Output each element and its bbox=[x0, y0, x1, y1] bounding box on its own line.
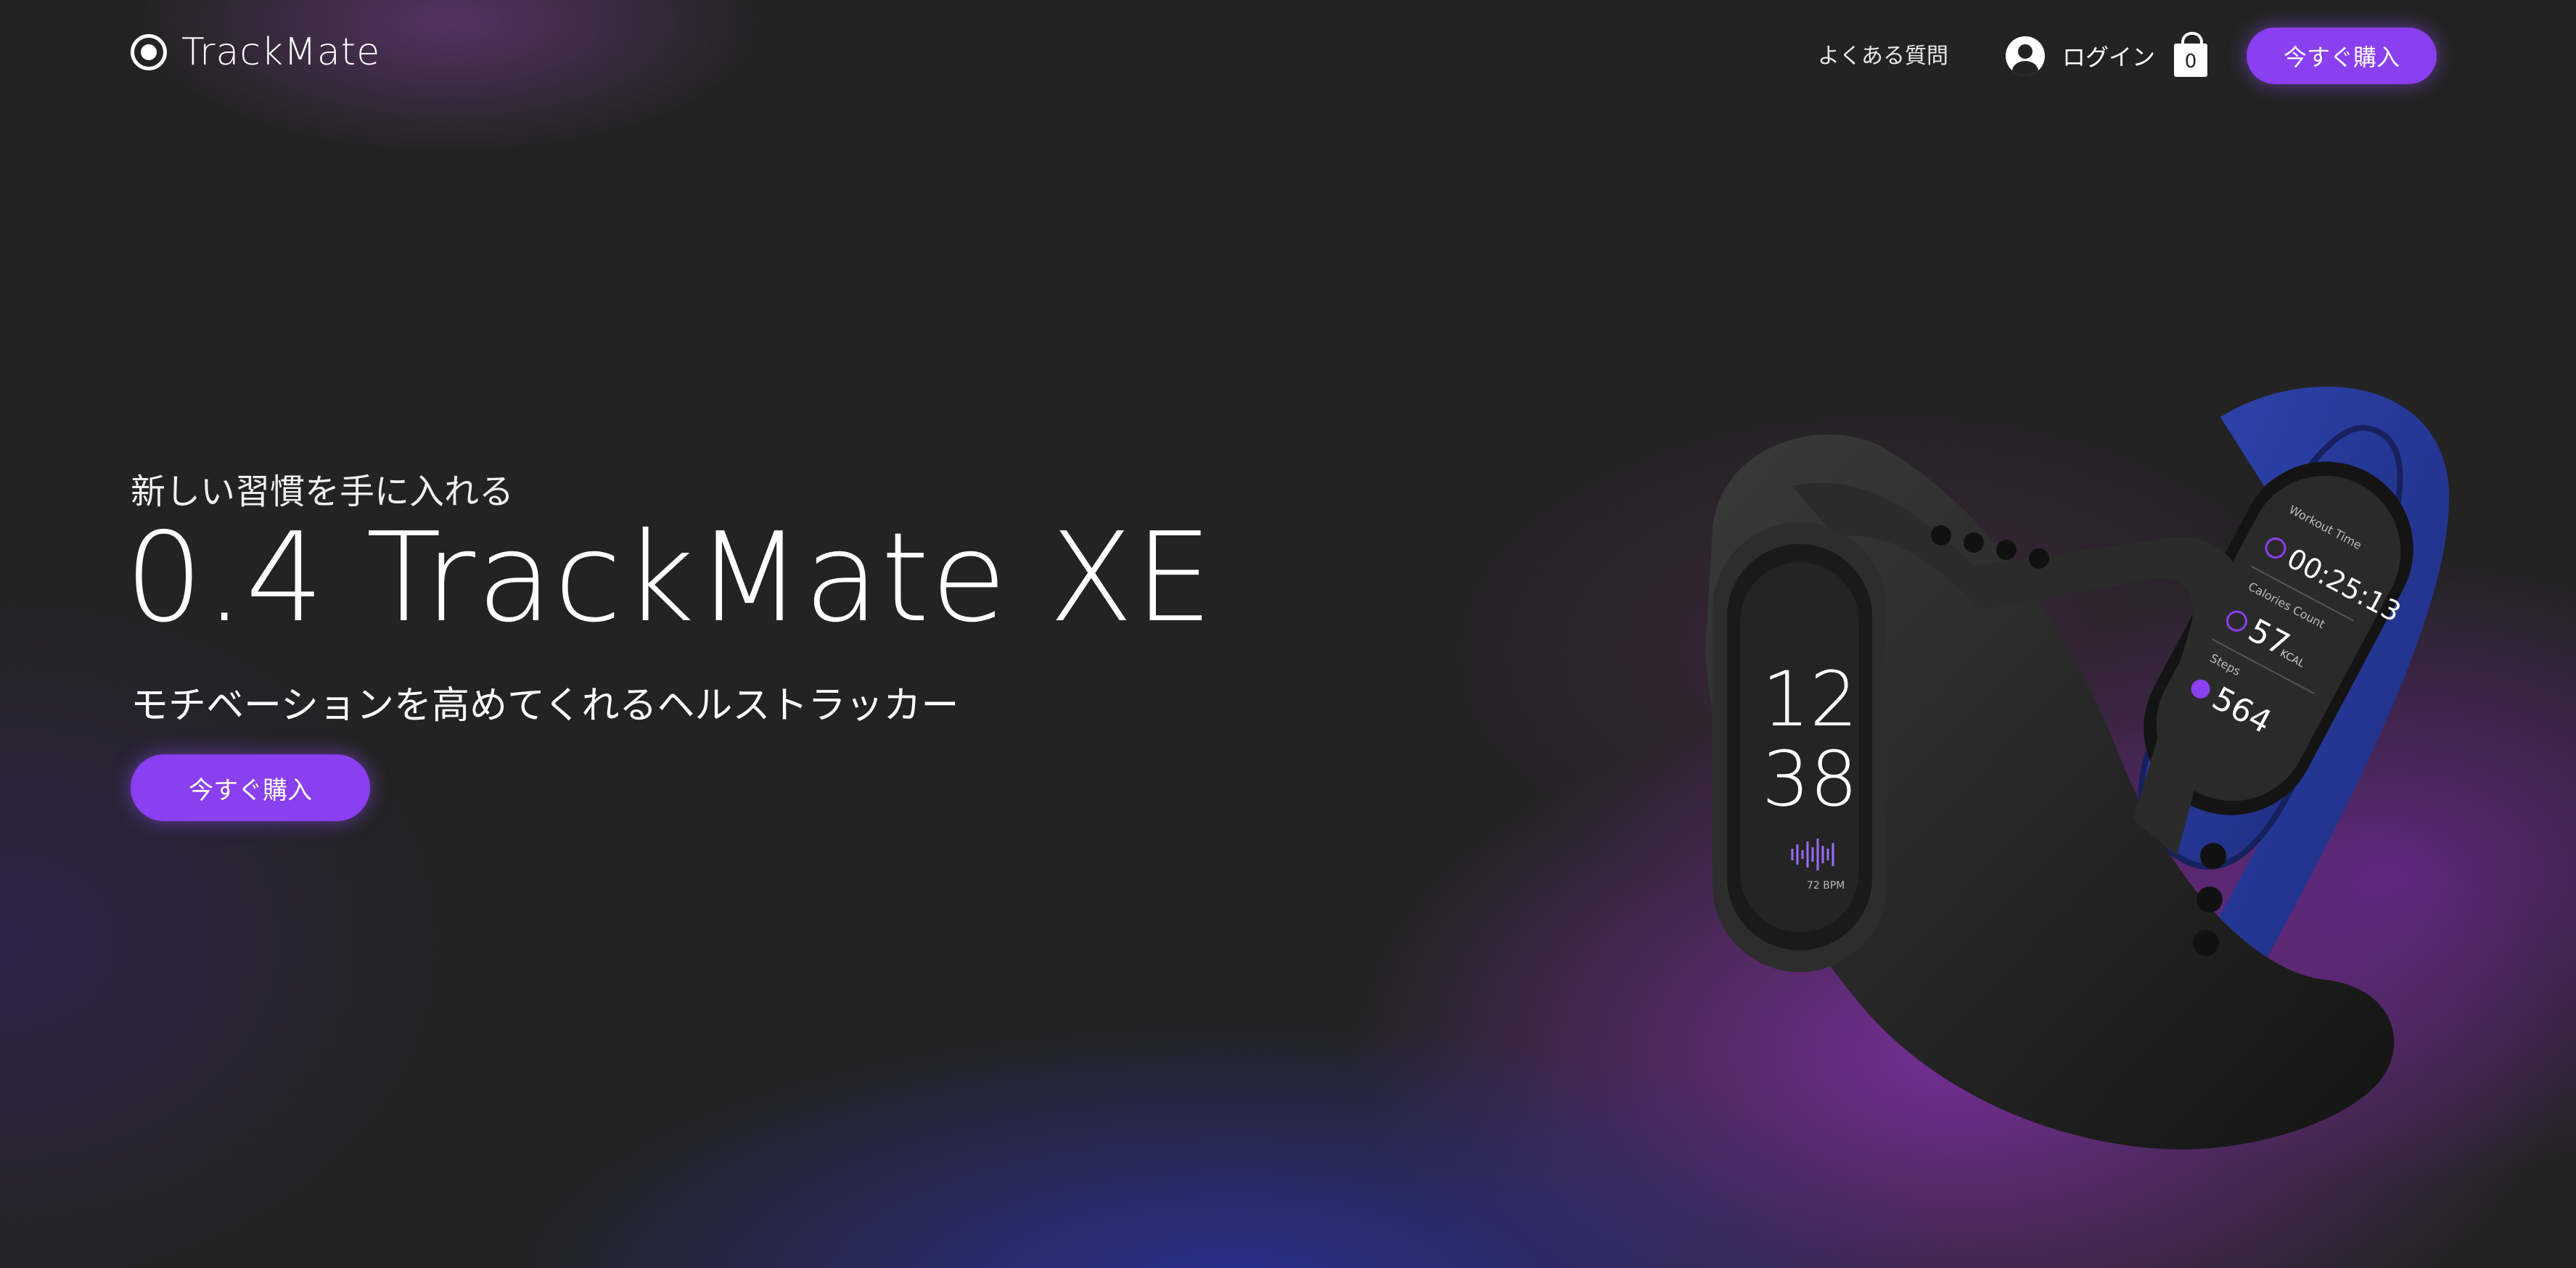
clock-minute: 38 bbox=[1762, 735, 1858, 823]
heart-rate-value: 72 BPM bbox=[1807, 880, 1845, 892]
user-avatar-icon bbox=[2006, 36, 2045, 75]
logo-text: TrackMate bbox=[181, 30, 381, 74]
logo[interactable]: TrackMate bbox=[131, 30, 380, 74]
nav-faq-link[interactable]: よくある質問 bbox=[1818, 38, 1948, 70]
cart-button[interactable]: 0 bbox=[2174, 32, 2207, 77]
clock-hour: 12 bbox=[1762, 655, 1858, 744]
login-label: ログイン bbox=[2062, 44, 2156, 71]
site-header: TrackMate よくある質問 ログイン 0 今すぐ購入 bbox=[0, 0, 2576, 109]
cart-count: 0 bbox=[2174, 44, 2207, 77]
hero-subtitle: モチベーションを高めてくれるヘルストラッカー bbox=[131, 684, 959, 728]
target-circle-icon bbox=[131, 34, 167, 70]
hero-title: 0.4 TrackMate XE bbox=[125, 506, 1215, 650]
login-button[interactable]: ログイン bbox=[2006, 36, 2155, 75]
header-buy-now-button[interactable]: 今すぐ購入 bbox=[2247, 28, 2437, 84]
product-image: Workout Time 00:25:13 Calories Count 57 … bbox=[1669, 348, 2482, 1190]
hero-buy-now-button[interactable]: 今すぐ購入 bbox=[131, 754, 370, 821]
